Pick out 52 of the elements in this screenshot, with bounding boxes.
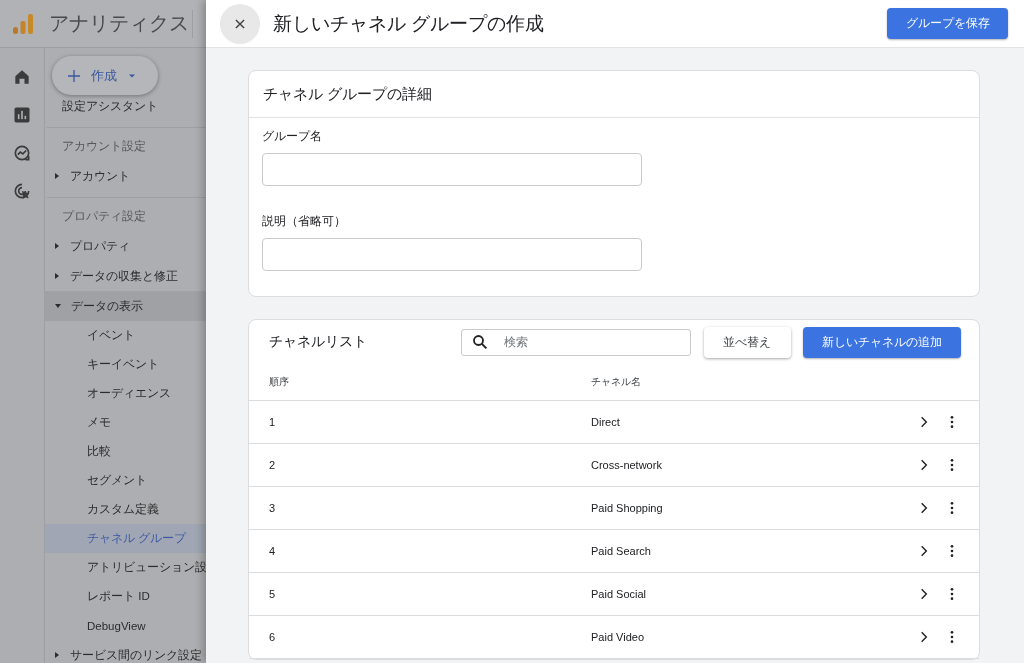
nav-group[interactable]: データの収集と修正 <box>45 261 206 291</box>
nav-item[interactable]: オーディエンス <box>45 379 206 408</box>
table-cell-text: 2 <box>269 459 277 471</box>
column-header: チャネル名 <box>591 375 642 389</box>
table-cell-text: Paid Search <box>591 545 652 557</box>
section-header: アカウント設定 <box>61 137 147 155</box>
close-icon <box>233 16 247 31</box>
nav-item[interactable]: カスタム定義 <box>45 495 206 524</box>
table-cell-text: 6 <box>269 631 277 643</box>
nav-group[interactable]: アカウント <box>45 161 206 191</box>
section-header: プロパティ設定 <box>61 207 147 225</box>
analytics-logo <box>11 11 35 36</box>
field-label: 説明（省略可） <box>262 213 347 230</box>
nav-group[interactable]: サービス間のリンク設定 <box>45 640 206 663</box>
bar-chart-icon[interactable] <box>12 105 32 125</box>
column-header: 順序 <box>269 375 290 389</box>
input-field[interactable] <box>262 238 642 271</box>
table-cell-text: Paid Video <box>591 631 645 643</box>
nav-group[interactable]: プロパティ <box>45 231 206 261</box>
nav-item[interactable]: メモ <box>45 408 206 437</box>
create-button[interactable]: 作成 <box>52 56 158 95</box>
trend-chart-icon[interactable] <box>12 143 32 163</box>
nav-item[interactable]: アトリビューション設 <box>45 553 206 582</box>
sort-button[interactable]: 並べ替え <box>703 326 792 358</box>
table-cell-text: Paid Shopping <box>591 502 664 514</box>
table-cell-text: 1 <box>269 416 277 428</box>
card-title: チャネル グループの詳細 <box>249 71 979 118</box>
nav-item[interactable]: イベント <box>45 321 206 350</box>
nav-item[interactable]: セグメント <box>45 466 206 495</box>
table-cell-text: Cross-network <box>591 459 663 471</box>
close-button[interactable] <box>220 3 260 44</box>
nav-group[interactable]: データの表示 <box>45 291 206 321</box>
search-icon <box>470 332 489 351</box>
field-label: グループ名 <box>262 128 323 145</box>
dialog-title: 新しいチャネル グループの作成 <box>273 11 546 36</box>
search-field[interactable]: 検索 <box>460 328 691 356</box>
table-cell-text: 5 <box>269 588 277 600</box>
nav-item[interactable]: レポート ID <box>45 582 206 611</box>
nav-item[interactable]: キーイベント <box>45 350 206 379</box>
nav-item[interactable]: 比較 <box>45 437 206 466</box>
add-channel-button[interactable]: 新しいチャネルの追加 <box>803 326 961 358</box>
list-title: チャネルリスト <box>269 333 368 351</box>
input-field[interactable] <box>262 153 642 186</box>
target-cursor-icon[interactable] <box>12 181 32 201</box>
table-cell-text: 4 <box>269 545 277 557</box>
product-name: アナリティクス <box>49 11 189 36</box>
save-button[interactable]: グループを保存 <box>887 8 1008 39</box>
table-cell-text: Direct <box>591 416 621 428</box>
nav-item[interactable]: DebugView <box>45 611 206 640</box>
table-cell-text: 3 <box>269 502 277 514</box>
table-cell-text: Paid Social <box>591 588 648 600</box>
plus-icon <box>66 67 82 84</box>
